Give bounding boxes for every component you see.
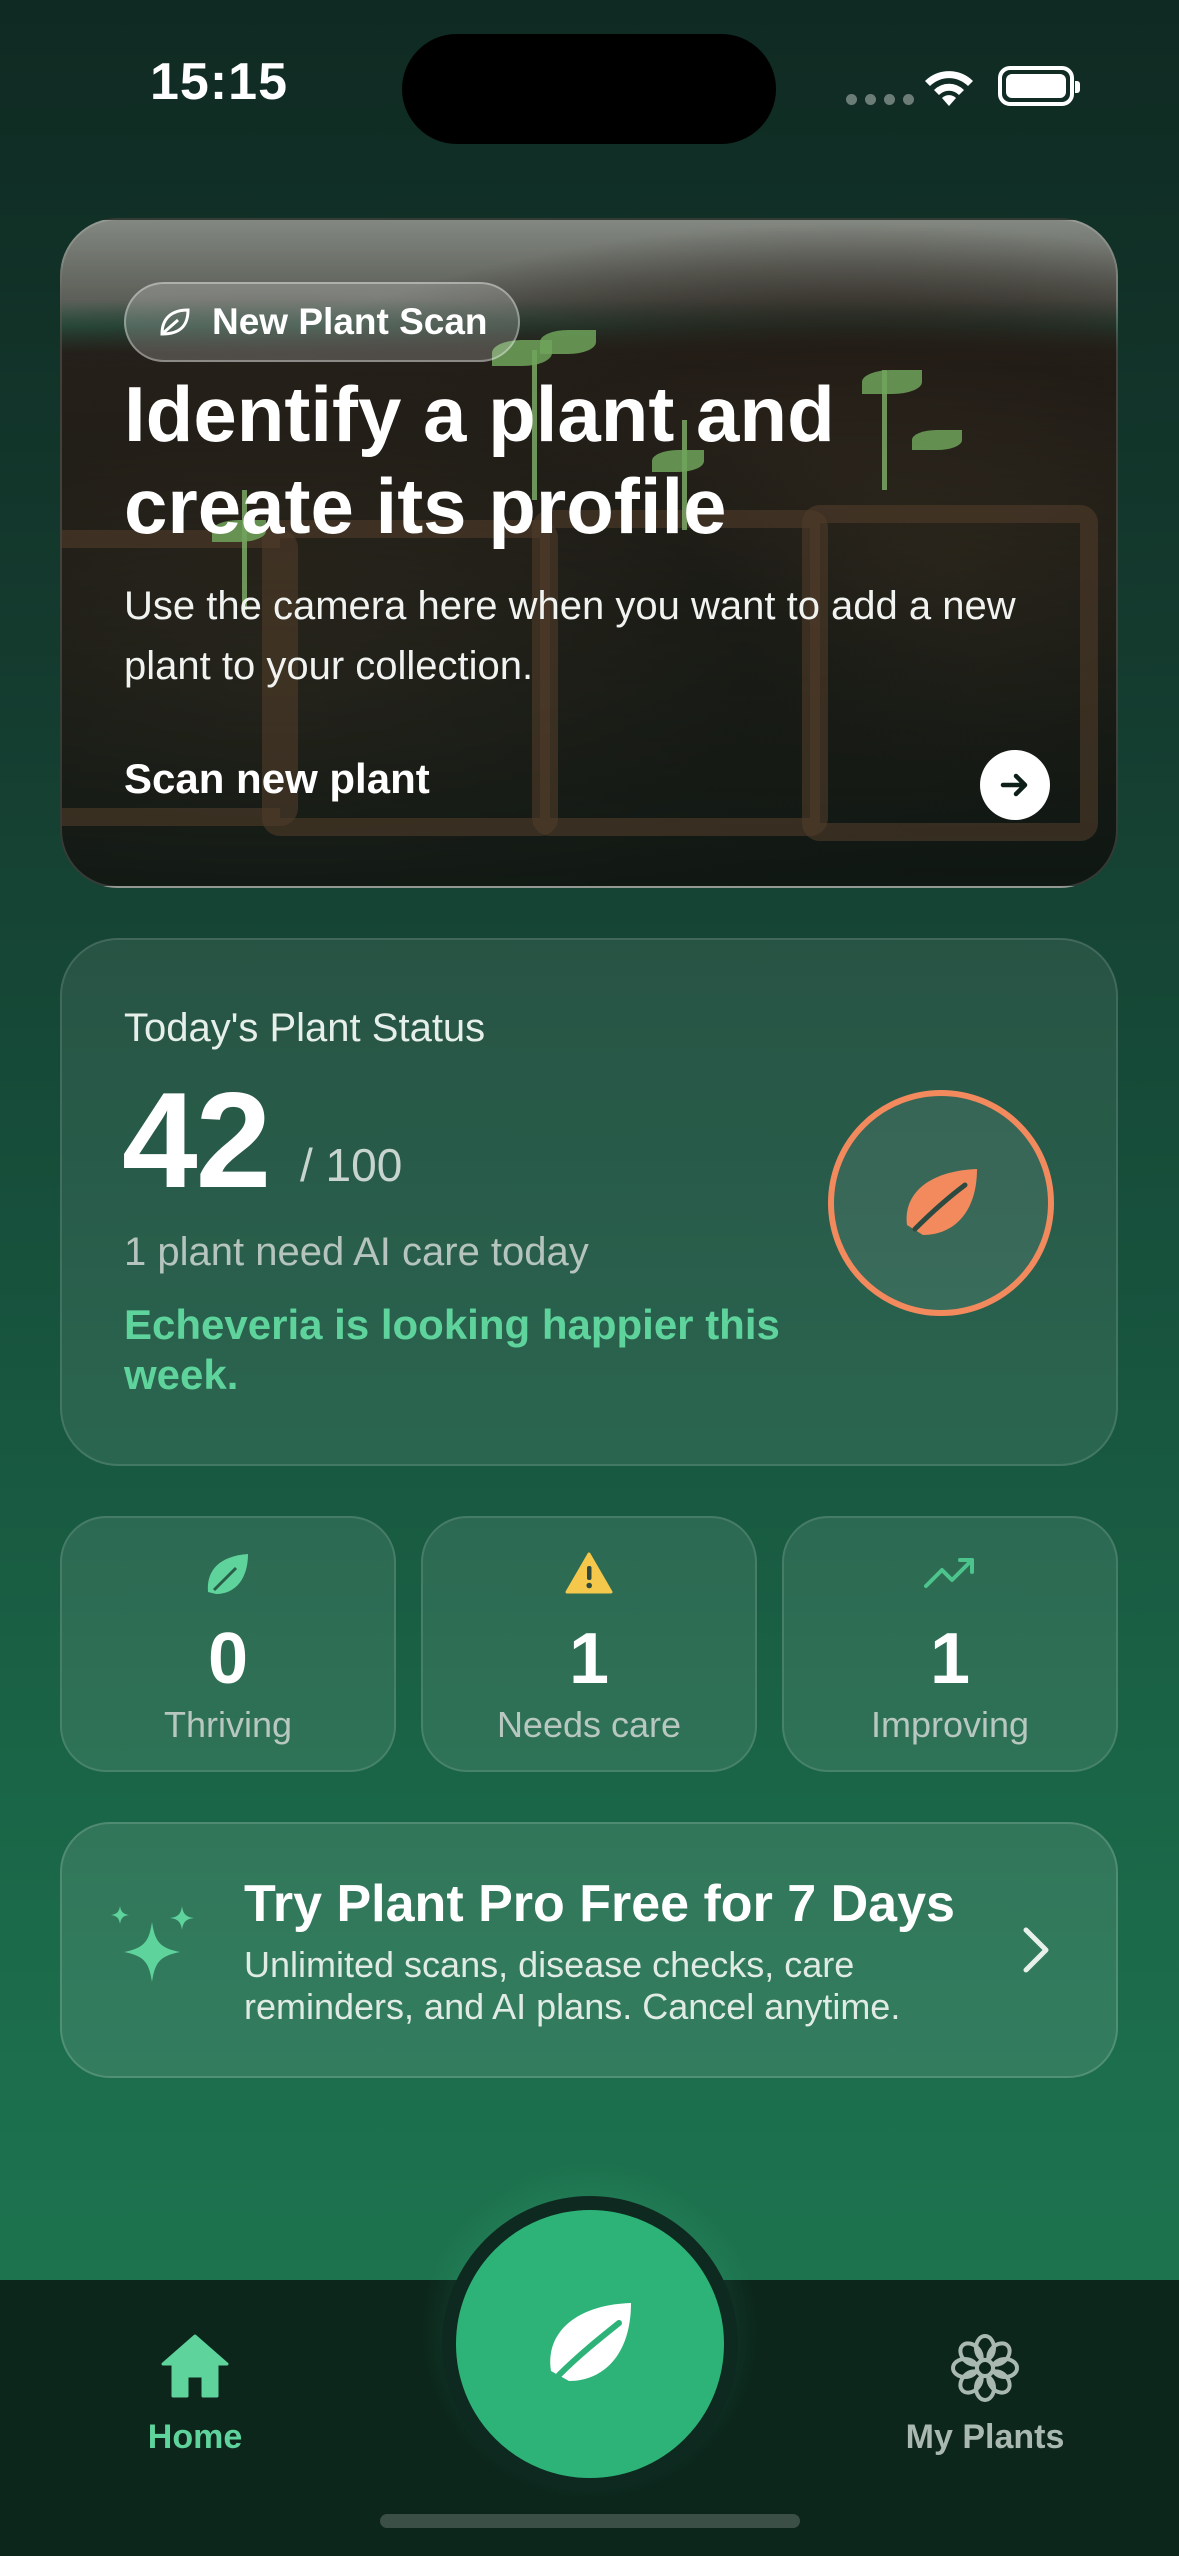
tab-home[interactable]: Home	[130, 2332, 260, 2457]
cellular-signal-icon	[846, 94, 914, 105]
home-icon	[161, 2334, 229, 2398]
status-ring	[828, 1090, 1054, 1316]
leaf-icon	[906, 1169, 977, 1235]
home-indicator[interactable]	[380, 2514, 800, 2528]
promo-subtitle: Unlimited scans, disease checks, care re…	[244, 1944, 901, 2027]
scan-hero-card[interactable]: New Plant Scan Identify a plant and crea…	[60, 218, 1118, 888]
promo-title: Try Plant Pro Free for 7 Days	[244, 1875, 955, 1933]
scan-arrow-button[interactable]	[980, 750, 1050, 820]
stat-needs-care[interactable]: 1 Needs care	[421, 1516, 757, 1772]
stat-value: 1	[568, 1619, 610, 1699]
stat-label: Thriving	[163, 1704, 293, 1745]
status-time: 15:15	[150, 53, 288, 111]
seedling-leaf	[540, 330, 596, 354]
stat-label: Needs care	[496, 1704, 682, 1745]
flower-icon	[951, 2334, 1019, 2402]
tab-my-plants-label: My Plants	[905, 2418, 1065, 2456]
status-highlight: Echeveria is looking happier this week.	[124, 1301, 780, 1398]
scan-plant-button[interactable]	[442, 2196, 738, 2492]
care-needed-text: 1 plant need AI care today	[124, 1230, 589, 1274]
leaf-icon	[207, 1554, 248, 1594]
leaf-icon	[550, 2303, 631, 2381]
plant-pro-trial-banner[interactable]: Try Plant Pro Free for 7 Days Unlimited …	[60, 1822, 1118, 2078]
dynamic-island	[402, 34, 776, 144]
new-plant-scan-badge: New Plant Scan	[124, 282, 520, 362]
stat-value: 0	[207, 1619, 249, 1699]
warning-icon	[565, 1552, 613, 1594]
plant-status-card[interactable]: Today's Plant Status 42 / 100 1 plant ne…	[60, 938, 1118, 1466]
trending-up-icon	[924, 1558, 974, 1588]
new-plant-scan-label: New Plant Scan	[212, 301, 488, 342]
stat-improving[interactable]: 1 Improving	[782, 1516, 1118, 1772]
status-score: 42	[122, 1064, 271, 1216]
wifi-icon	[925, 71, 973, 106]
leaf-outline-icon	[160, 308, 190, 336]
scan-new-plant-label[interactable]: Scan new plant	[124, 755, 430, 803]
arrow-right-icon	[1000, 773, 1028, 797]
stat-thriving[interactable]: 0 Thriving	[60, 1516, 396, 1772]
status-score-max: / 100	[300, 1139, 403, 1191]
stat-label: Improving	[870, 1704, 1030, 1745]
hero-subtitle: Use the camera here when you want to add…	[124, 584, 1016, 688]
sparkles-icon	[111, 1906, 194, 1982]
chevron-right-icon	[1023, 1927, 1049, 1973]
status-card-title: Today's Plant Status	[124, 1006, 486, 1050]
stat-value: 1	[929, 1619, 971, 1699]
tab-my-plants[interactable]: My Plants	[890, 2332, 1080, 2457]
tab-home-label: Home	[147, 2418, 243, 2456]
battery-icon	[998, 66, 1080, 106]
hero-title: Identify a plant and create its profile	[124, 370, 835, 550]
